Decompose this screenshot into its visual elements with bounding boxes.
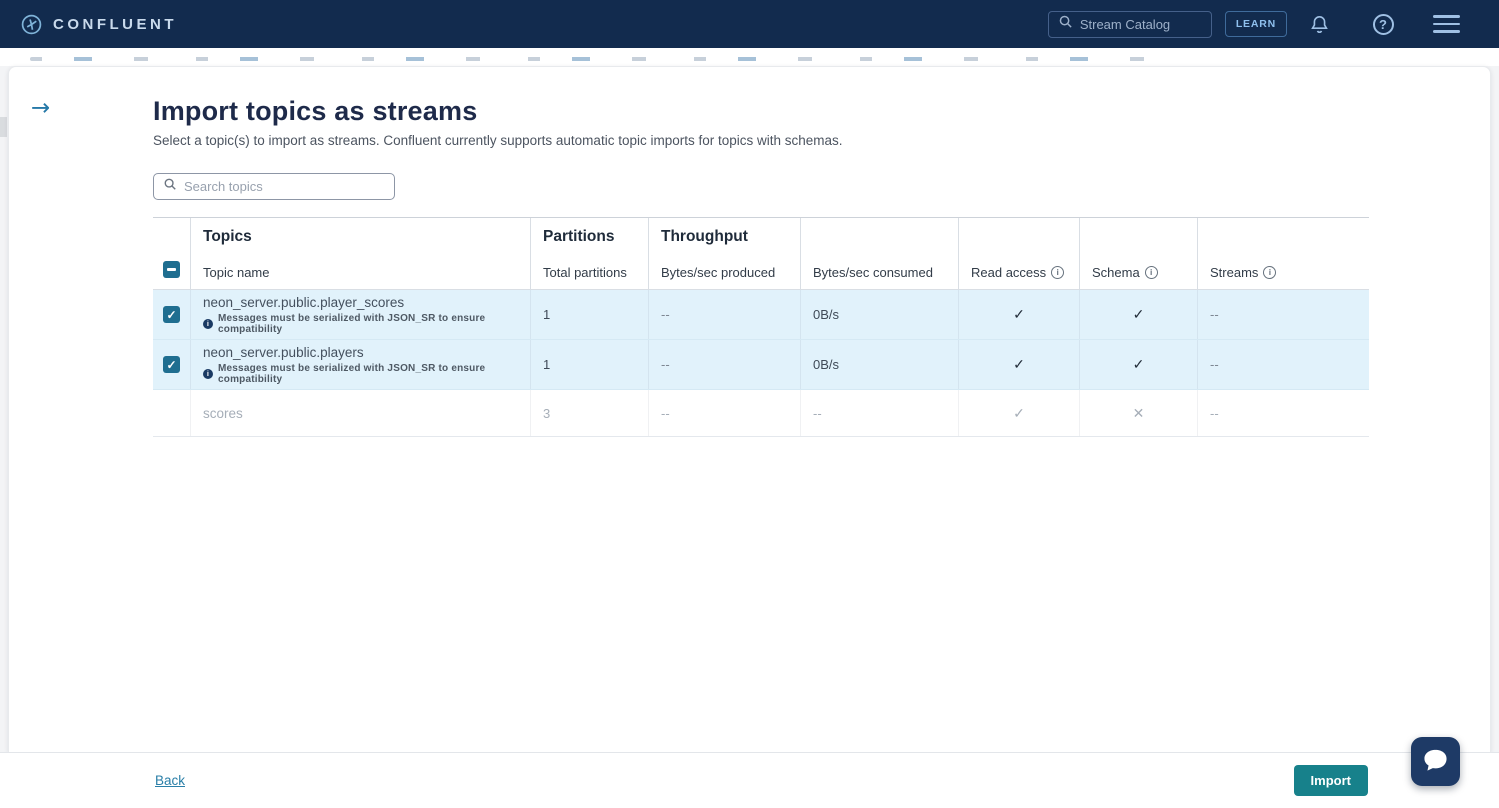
chat-button[interactable] <box>1411 737 1460 786</box>
total-partitions-value: 1 <box>543 357 550 372</box>
schema-check-icon: ✓ <box>1133 306 1145 323</box>
schema-cross-icon: ✕ <box>1133 405 1145 422</box>
streams-info-icon[interactable] <box>1263 266 1276 279</box>
schema-check-icon: ✓ <box>1133 356 1145 373</box>
import-button[interactable]: Import <box>1294 765 1368 796</box>
search-topics-input[interactable] <box>184 179 374 194</box>
topic-note-text: Messages must be serialized with JSON_SR… <box>218 363 530 385</box>
total-partitions-value: 1 <box>543 307 550 322</box>
table-row[interactable]: neon_server.public.player_scores Message… <box>153 290 1369 340</box>
schema-info-icon[interactable] <box>1145 266 1158 279</box>
topics-table: Topics Topic name Partitions Total parti… <box>153 217 1369 437</box>
bytes-produced-value: -- <box>661 357 670 372</box>
table-row[interactable]: neon_server.public.players Messages must… <box>153 340 1369 390</box>
chat-bubble-icon <box>1422 748 1449 776</box>
import-topics-panel: Import topics as streams Select a topic(… <box>8 66 1491 752</box>
learn-button[interactable]: LEARN <box>1225 11 1287 37</box>
column-bytes-produced: Bytes/sec produced <box>661 265 800 280</box>
topic-name: neon_server.public.player_scores <box>203 295 404 310</box>
stream-catalog-search[interactable] <box>1048 11 1212 38</box>
page-edge <box>0 66 8 752</box>
question-mark-icon <box>1373 14 1394 35</box>
bytes-produced-value: -- <box>661 307 670 322</box>
page-edge-fragment <box>0 117 7 137</box>
read-access-info-icon[interactable] <box>1051 266 1064 279</box>
column-group-throughput: Throughput <box>661 228 800 246</box>
page-subtitle: Select a topic(s) to import as streams. … <box>153 133 1369 148</box>
topic-note-text: Messages must be serialized with JSON_SR… <box>218 313 530 335</box>
back-link[interactable]: Back <box>155 773 185 788</box>
column-bytes-consumed: Bytes/sec consumed <box>813 265 958 280</box>
select-all-checkbox[interactable] <box>163 261 180 278</box>
column-schema: Schema <box>1092 265 1140 280</box>
read-access-check-icon: ✓ <box>1013 306 1025 323</box>
column-total-partitions: Total partitions <box>543 265 648 280</box>
info-icon <box>203 319 213 329</box>
collapse-panel-arrow-icon[interactable] <box>31 97 50 120</box>
page-title: Import topics as streams <box>153 96 1369 127</box>
bytes-consumed-value: -- <box>813 406 822 421</box>
help-icon[interactable] <box>1373 14 1394 35</box>
table-header-row: Topics Topic name Partitions Total parti… <box>153 218 1369 290</box>
brand-name: CONFLUENT <box>53 16 177 33</box>
row-checkbox[interactable] <box>163 356 180 373</box>
bytes-consumed-value: 0B/s <box>813 307 839 322</box>
search-topics-box[interactable] <box>153 173 395 200</box>
streams-value: -- <box>1210 307 1219 322</box>
top-navbar: CONFLUENT LEARN <box>0 0 1499 48</box>
column-topic-name: Topic name <box>203 265 530 280</box>
row-checkbox[interactable] <box>163 306 180 323</box>
search-icon <box>1058 14 1073 34</box>
table-row-disabled: scores 3 -- -- ✓ ✕ -- <box>153 390 1369 437</box>
streams-value: -- <box>1210 357 1219 372</box>
obscured-breadcrumb <box>0 48 1499 66</box>
bytes-produced-value: -- <box>661 406 670 421</box>
column-group-partitions: Partitions <box>543 228 648 246</box>
hamburger-menu-icon[interactable] <box>1433 15 1460 33</box>
read-access-check-icon: ✓ <box>1013 356 1025 373</box>
total-partitions-value: 3 <box>543 406 550 421</box>
topic-name: neon_server.public.players <box>203 345 364 360</box>
bytes-consumed-value: 0B/s <box>813 357 839 372</box>
topic-name: scores <box>203 406 243 421</box>
footer-bar: Back Import <box>0 752 1499 808</box>
confluent-brand[interactable]: CONFLUENT <box>20 13 177 36</box>
read-access-check-icon: ✓ <box>1013 405 1025 422</box>
info-icon <box>203 369 213 379</box>
search-icon <box>163 177 177 196</box>
stream-catalog-input[interactable] <box>1080 17 1195 32</box>
column-read-access: Read access <box>971 265 1046 280</box>
confluent-logo-icon <box>20 13 43 36</box>
column-streams: Streams <box>1210 265 1258 280</box>
streams-value: -- <box>1210 406 1219 421</box>
column-group-topics: Topics <box>203 228 530 246</box>
notifications-bell-icon[interactable] <box>1308 13 1331 36</box>
